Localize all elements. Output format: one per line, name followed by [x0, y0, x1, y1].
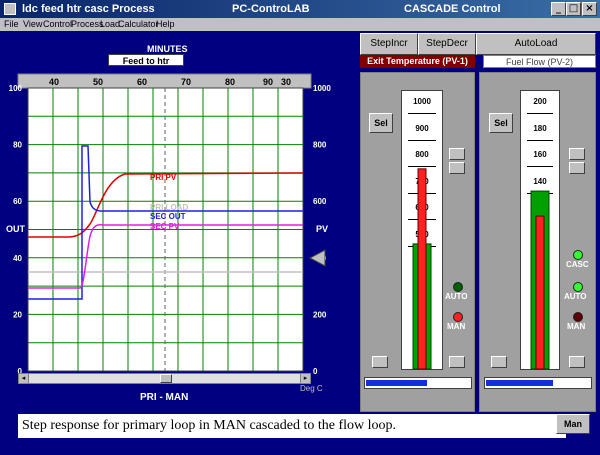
- secondary-sel-button[interactable]: Sel: [489, 113, 513, 133]
- time-tick-label: 70: [181, 77, 191, 87]
- step-incr-button[interactable]: StepIncr: [360, 33, 418, 55]
- menu-process[interactable]: Process: [71, 19, 104, 29]
- primary-output-hfill: [366, 380, 427, 386]
- primary-auto-label: AUTO: [445, 292, 468, 301]
- secondary-output-left-icon[interactable]: [491, 356, 507, 368]
- step-decr-button[interactable]: StepDecr: [418, 33, 476, 55]
- secondary-setpoint-down-icon[interactable]: [569, 162, 585, 174]
- secondary-output-hfill: [486, 380, 553, 386]
- right-axis-tick: 600: [313, 197, 327, 206]
- right-axis-tick: 800: [313, 141, 327, 150]
- figure-caption: Step response for primary loop in MAN ca…: [18, 414, 566, 438]
- menu-view[interactable]: View: [23, 19, 42, 29]
- time-tick-label: 80: [225, 77, 235, 87]
- menu-help[interactable]: Help: [156, 19, 175, 29]
- trace-label: PRI PV: [150, 173, 177, 182]
- primary-pv-bar: [417, 168, 427, 370]
- maximize-button[interactable]: □: [566, 2, 581, 16]
- menu-calculator[interactable]: Calculator: [118, 19, 159, 29]
- pv-label: PV: [316, 224, 328, 234]
- time-tick-label: 30: [281, 77, 291, 87]
- secondary-auto-label: AUTO: [564, 292, 587, 301]
- trace-label: SEC OUT: [150, 212, 186, 221]
- right-axis-tick: 200: [313, 310, 327, 319]
- time-tick-label: 60: [137, 77, 147, 87]
- primary-bars: [412, 168, 432, 370]
- secondary-pv-label: Fuel Flow (PV-2): [483, 55, 596, 68]
- time-axis-label: MINUTES: [147, 44, 188, 54]
- primary-sel-button[interactable]: Sel: [369, 113, 393, 133]
- minimize-button[interactable]: _: [551, 2, 566, 16]
- auto-load-button[interactable]: AutoLoad: [476, 33, 596, 55]
- title-bar: ldc feed htr casc Process PC-ControLAB C…: [0, 0, 600, 18]
- out-label: OUT: [6, 224, 26, 234]
- trace-label: SEC PV: [150, 222, 180, 231]
- trend-chart: 40506070809030 100806040200 100080060040…: [6, 73, 331, 376]
- scroll-left-icon[interactable]: ◂: [18, 373, 29, 384]
- screen-title: CASCADE Control: [404, 3, 501, 15]
- app-name: PC-ControLAB: [232, 3, 310, 15]
- primary-output-hbar: [364, 377, 472, 389]
- trace-label: PRI LOAD: [150, 203, 188, 212]
- menu-control[interactable]: Control: [43, 19, 72, 29]
- time-tick-label: 40: [49, 77, 59, 87]
- app-icon: [4, 3, 16, 15]
- left-axis-tick: 100: [9, 84, 23, 93]
- secondary-man-label: MAN: [567, 322, 586, 331]
- chart-label[interactable]: Feed to htr: [108, 54, 184, 66]
- secondary-casc-label: CASC: [566, 260, 589, 269]
- secondary-auto-lamp[interactable]: [573, 282, 583, 292]
- secondary-man-lamp[interactable]: [573, 312, 583, 322]
- setpoint-pointer-icon[interactable]: [308, 249, 326, 267]
- primary-setpoint-down-icon[interactable]: [449, 162, 465, 174]
- secondary-casc-lamp[interactable]: [573, 250, 583, 260]
- primary-output-right-icon[interactable]: [449, 356, 465, 368]
- left-axis-tick: 80: [13, 141, 22, 150]
- menu-file[interactable]: File: [4, 19, 19, 29]
- scroll-right-icon[interactable]: ▸: [300, 373, 311, 384]
- right-axis-tick: 1000: [313, 84, 331, 93]
- primary-pv-label: Exit Temperature (PV-1): [360, 55, 475, 68]
- window-title: ldc feed htr casc Process: [22, 3, 155, 15]
- primary-man-lamp[interactable]: [453, 312, 463, 322]
- units-label: Deg C: [300, 384, 323, 393]
- secondary-pv-bar: [535, 215, 545, 370]
- secondary-setpoint-up-icon[interactable]: [569, 148, 585, 160]
- time-tick-label: 90: [263, 77, 273, 87]
- scroll-thumb[interactable]: [160, 374, 172, 383]
- left-axis-tick: 20: [13, 310, 22, 319]
- primary-auto-lamp[interactable]: [453, 282, 463, 292]
- secondary-output-right-icon[interactable]: [569, 356, 585, 368]
- secondary-bars: [530, 190, 550, 370]
- secondary-output-hbar: [484, 377, 592, 389]
- primary-output-left-icon[interactable]: [372, 356, 388, 368]
- left-axis-tick: 60: [13, 197, 22, 206]
- right-axis-tick: 0: [313, 367, 318, 376]
- left-axis-tick: 40: [13, 254, 22, 263]
- primary-mode-label: PRI - MAN: [140, 392, 189, 403]
- primary-man-label: MAN: [447, 322, 466, 331]
- close-button[interactable]: ×: [582, 2, 597, 16]
- secondary-man-button[interactable]: Man: [556, 414, 590, 434]
- menu-bar: File View Control Process Load Calculato…: [0, 18, 600, 31]
- primary-setpoint-up-icon[interactable]: [449, 148, 465, 160]
- time-tick-label: 50: [93, 77, 103, 87]
